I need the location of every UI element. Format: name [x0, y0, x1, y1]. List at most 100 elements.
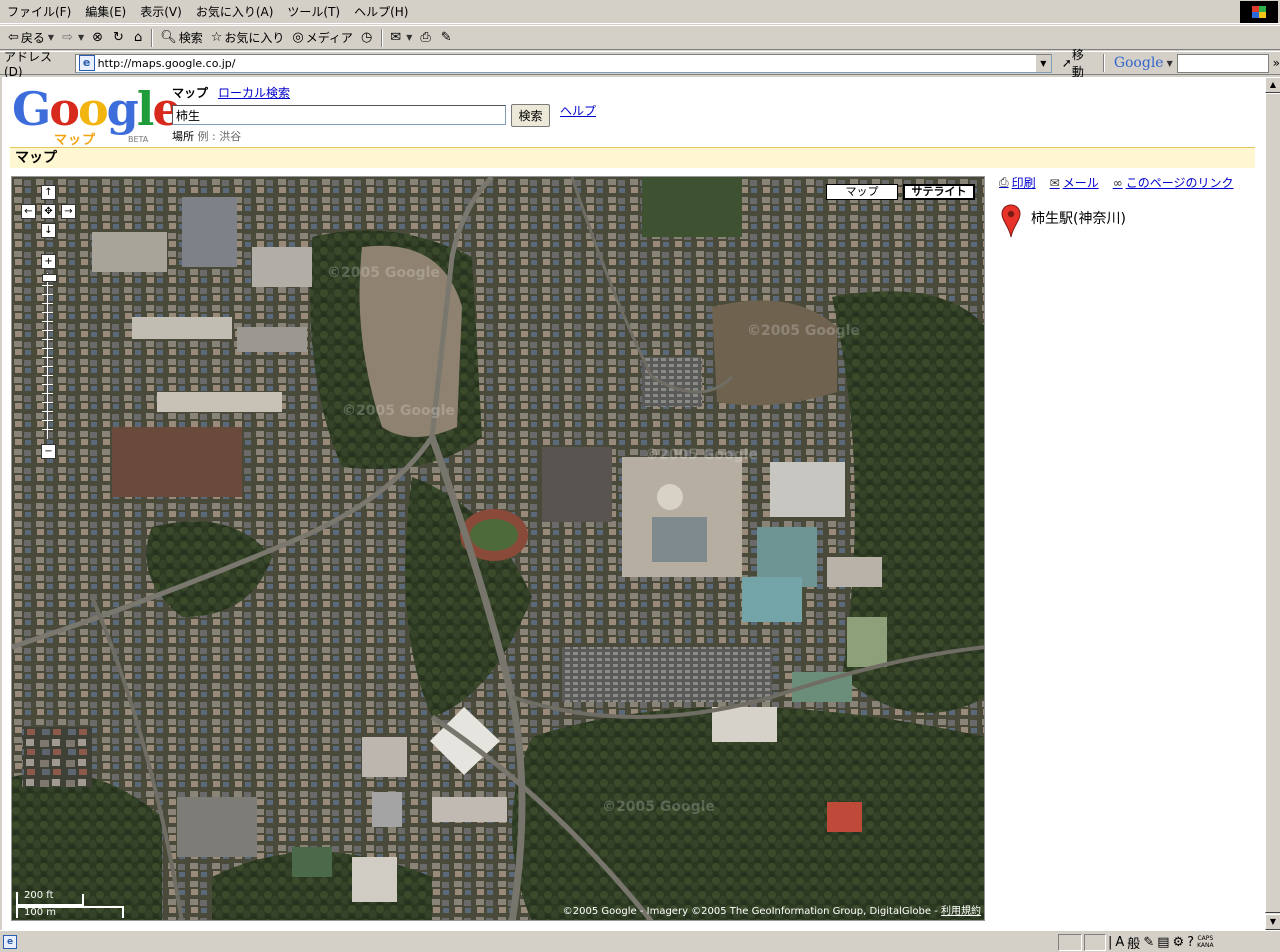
- menu-file[interactable]: ファイル(F): [0, 1, 78, 23]
- zoom-slider-tick: [42, 339, 53, 340]
- vertical-scrollbar[interactable]: ▲ ▼: [1264, 77, 1280, 930]
- pan-up-button[interactable]: ↑: [41, 185, 56, 200]
- history-icon: ◷: [360, 30, 373, 45]
- menu-edit[interactable]: 編集(E): [78, 1, 133, 23]
- zoom-out-button[interactable]: −: [41, 444, 56, 459]
- google-maps-logo[interactable]: Google マップ BETA: [12, 85, 182, 148]
- zoom-slider-tick: [42, 357, 53, 358]
- chevron-down-icon[interactable]: ▼: [48, 33, 54, 42]
- go-button[interactable]: ➚ 移動: [1058, 46, 1100, 80]
- logo-subtitle: マップ: [54, 133, 97, 148]
- tab-local-search[interactable]: ローカル検索: [218, 84, 290, 101]
- print-icon: ⎙: [420, 30, 431, 45]
- pan-center-button[interactable]: ✥: [41, 204, 56, 219]
- zoom-slider-tick: [42, 294, 53, 295]
- forward-arrow-icon: ⇨: [62, 30, 73, 45]
- map-watermark: ©2005 Google: [747, 323, 860, 339]
- menu-help[interactable]: ヘルプ(H): [347, 1, 415, 23]
- hint-label: 場所: [172, 130, 194, 143]
- help-link[interactable]: ヘルプ: [560, 102, 596, 119]
- menu-view[interactable]: 表示(V): [133, 1, 189, 23]
- zoom-slider-tick: [42, 384, 53, 385]
- map-type-satellite-button[interactable]: サテライト: [903, 184, 975, 200]
- status-cell: [1058, 934, 1082, 951]
- chevron-down-icon[interactable]: ▼: [78, 33, 84, 42]
- map-pin-icon[interactable]: [1001, 204, 1021, 238]
- stop-icon: ⊗: [92, 30, 104, 45]
- ime-help-icon[interactable]: ?: [1187, 935, 1194, 950]
- refresh-icon: ↻: [113, 30, 124, 45]
- print-icon: ⎙: [999, 175, 1009, 189]
- ime-tools-icon[interactable]: ⚙: [1173, 935, 1185, 950]
- back-button[interactable]: ⇦ 戻る ▼: [4, 27, 58, 49]
- print-link[interactable]: ⎙ 印刷: [999, 174, 1036, 191]
- zoom-slider-tick: [42, 348, 53, 349]
- zoom-slider-tick: [42, 375, 53, 376]
- media-button[interactable]: ◎ メディア: [288, 27, 357, 49]
- ime-conversion-icon[interactable]: 般: [1127, 933, 1140, 952]
- hint-example: 例 : 洪谷: [197, 130, 242, 143]
- mail-icon: ✉: [1049, 175, 1060, 190]
- favorites-button[interactable]: ☆ お気に入り: [207, 27, 289, 49]
- mail-link[interactable]: ✉ メール: [1050, 174, 1099, 191]
- menu-favorites[interactable]: お気に入り(A): [189, 1, 281, 23]
- mail-menu-button[interactable]: ✉ ▼: [386, 27, 416, 49]
- media-icon: ◎: [292, 30, 304, 45]
- edit-button[interactable]: ✎: [437, 27, 458, 49]
- scroll-up-icon[interactable]: ▲: [1265, 77, 1280, 93]
- address-url[interactable]: http://maps.google.co.jp/: [98, 57, 236, 70]
- pan-left-button[interactable]: ←: [21, 204, 36, 219]
- ime-input-mode-icon[interactable]: A: [1115, 935, 1124, 950]
- address-input[interactable]: e http://maps.google.co.jp/ ▼: [74, 53, 1052, 73]
- google-toolbar-search-input[interactable]: [1176, 53, 1269, 73]
- scroll-down-icon[interactable]: ▼: [1265, 914, 1280, 930]
- section-title-bar: マップ: [10, 147, 1255, 168]
- home-button[interactable]: ⌂: [130, 27, 148, 49]
- menu-tools[interactable]: ツール(T): [280, 1, 347, 23]
- caps-kana-indicator: CAPS KANA: [1197, 935, 1214, 949]
- google-toolbar-button[interactable]: Google ▼: [1114, 55, 1173, 71]
- mail-icon: ✉: [390, 30, 402, 45]
- edit-icon: ✎: [440, 30, 452, 45]
- stop-button[interactable]: ⊗: [88, 27, 109, 49]
- search-submit-button[interactable]: 検索: [511, 104, 550, 127]
- ime-pad-icon[interactable]: ✎: [1143, 935, 1154, 950]
- google-toolbar-logo: Google: [1113, 55, 1164, 71]
- forward-button[interactable]: ⇨ ▼: [58, 27, 88, 49]
- pan-right-button[interactable]: →: [61, 204, 76, 219]
- map-watermark: ©2005 Google: [342, 403, 455, 419]
- satellite-map[interactable]: ©2005 Google ©2005 Google ©2005 Google ©…: [11, 176, 985, 921]
- search-button[interactable]: 🔍︎ 検索: [156, 27, 207, 49]
- chevron-down-icon[interactable]: ▼: [1167, 59, 1173, 68]
- search-icon: 🔍︎: [160, 30, 177, 45]
- scale-meter-label: 100 m: [24, 907, 57, 918]
- tab-maps: マップ: [172, 86, 209, 100]
- ime-bar-icon[interactable]: |: [1108, 935, 1112, 950]
- ime-dictionary-icon[interactable]: ▤: [1157, 935, 1169, 950]
- windows-logo-icon: [1240, 1, 1278, 23]
- terms-link[interactable]: 利用規約: [941, 906, 981, 917]
- chevron-down-icon[interactable]: ▼: [406, 33, 412, 42]
- zoom-in-button[interactable]: +: [41, 254, 56, 269]
- search-hint: 場所 例 : 洪谷: [172, 128, 241, 144]
- search-input[interactable]: 柿生: [172, 105, 506, 125]
- chevron-down-icon[interactable]: ▼: [1034, 54, 1051, 72]
- zoom-slider-tick: [42, 411, 53, 412]
- status-bar: e | A 般 ✎ ▤ ⚙ ? CAPS KANA: [0, 930, 1280, 952]
- map-copyright: ©2005 Google - Imagery ©2005 The GeoInfo…: [562, 906, 981, 917]
- scrollbar-thumb[interactable]: [1265, 93, 1280, 913]
- toolbar-separator: [381, 28, 384, 47]
- result-title[interactable]: 柿生駅(神奈川): [1031, 208, 1126, 228]
- page-link[interactable]: ∞ このページのリンク: [1113, 174, 1234, 191]
- print-button[interactable]: ⎙: [416, 27, 436, 49]
- menu-bar: ファイル(F) 編集(E) 表示(V) お気に入り(A) ツール(T) ヘルプ(…: [0, 0, 1280, 24]
- zoom-slider-thumb[interactable]: [42, 274, 57, 282]
- home-icon: ⌂: [133, 30, 143, 45]
- refresh-button[interactable]: ↻: [109, 27, 130, 49]
- history-button[interactable]: ◷: [357, 27, 378, 49]
- search-result[interactable]: 柿生駅(神奈川): [1001, 204, 1126, 238]
- pan-down-button[interactable]: ↓: [41, 223, 56, 238]
- zoom-slider-track[interactable]: [46, 272, 49, 440]
- map-type-map-button[interactable]: マップ: [826, 184, 898, 200]
- chevron-right-icon[interactable]: »: [1273, 56, 1280, 70]
